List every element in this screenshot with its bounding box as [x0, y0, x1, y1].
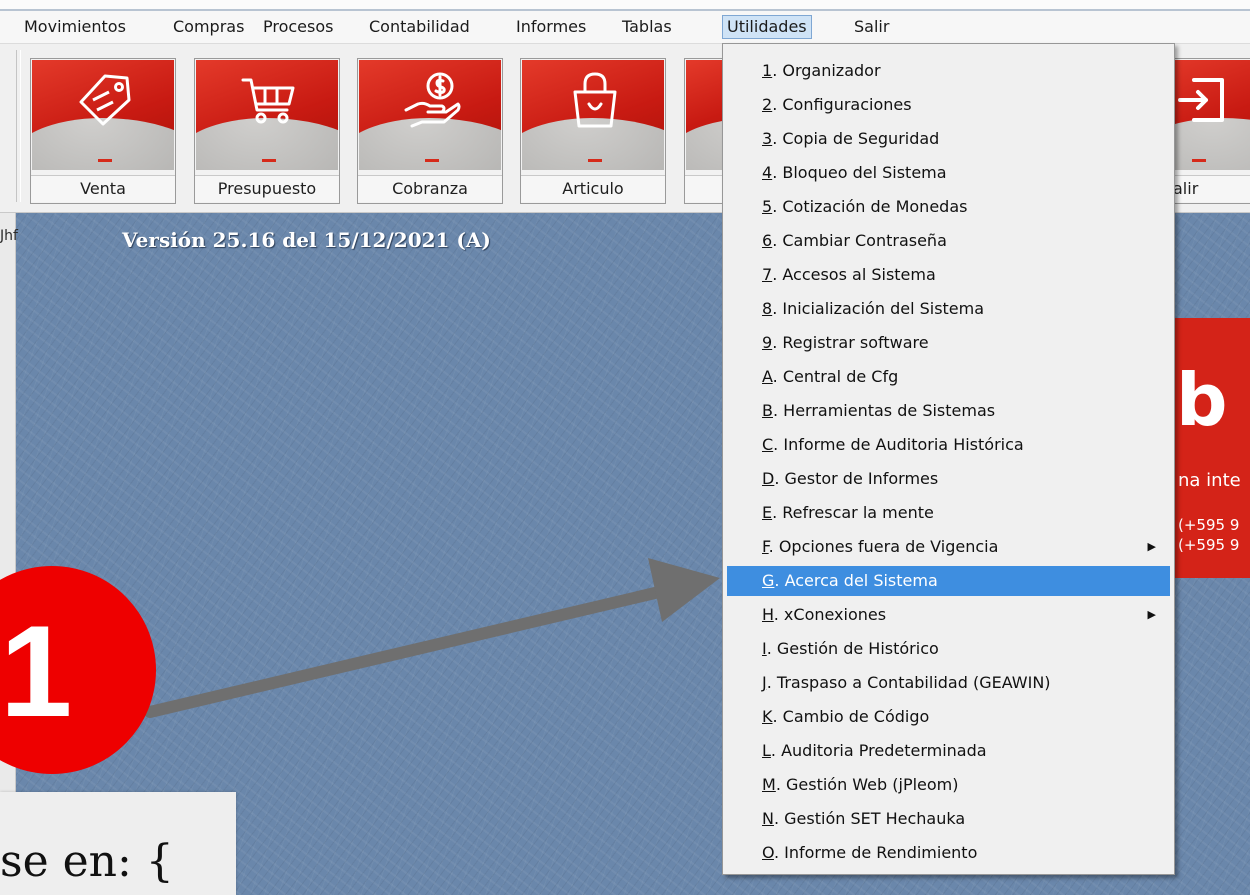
menu-item-accelerator: C [762, 435, 774, 454]
menu-item-label: . xConexiones [773, 605, 887, 624]
menu-item-1[interactable]: 1. Organizador [727, 56, 1170, 86]
menu-item-accelerator: 6 [762, 231, 773, 250]
menu-item-label: . Informe de Auditoria Histórica [773, 435, 1024, 454]
menu-item-f[interactable]: F. Opciones fuera de Vigencia ▶ [727, 532, 1170, 562]
menu-item-accelerator: 9 [762, 333, 773, 352]
menu-item-b[interactable]: B. Herramientas de Sistemas [727, 396, 1170, 426]
menu-item-i[interactable]: I. Gestión de Histórico [727, 634, 1170, 664]
menu-item-5[interactable]: 5. Cotización de Monedas [727, 192, 1170, 222]
menu-item-label: . Configuraciones [772, 95, 912, 114]
menu-item-accelerator: B [762, 401, 773, 420]
menu-item-accelerator: A [762, 367, 773, 386]
menu-item-label: . Herramientas de Sistemas [772, 401, 996, 420]
menu-item-accelerator: 2 [762, 95, 773, 114]
menu-item-label: . Inicialización del Sistema [772, 299, 985, 318]
menu-item-m[interactable]: M. Gestión Web (jPleom) [727, 770, 1170, 800]
menu-item-4[interactable]: 4. Bloqueo del Sistema [727, 158, 1170, 188]
menu-item-label: . Gestión SET Hechauka [773, 809, 966, 828]
menu-item-accelerator: 1 [762, 61, 773, 80]
menu-item-label: . Cambio de Código [772, 707, 930, 726]
menu-item-accelerator: O [762, 843, 774, 862]
menu-item-3[interactable]: 3. Copia de Seguridad [727, 124, 1170, 154]
menu-item-accelerator: D [762, 469, 775, 488]
arrow-head [648, 558, 720, 622]
submenu-arrow-icon: ▶ [1147, 540, 1156, 553]
menu-item-n[interactable]: N. Gestión SET Hechauka [727, 804, 1170, 834]
menu-item-accelerator: F [762, 537, 769, 556]
menu-item-label: . Gestión de Histórico [766, 639, 939, 658]
menu-item-label: . Cambiar Contraseña [772, 231, 947, 250]
menu-item-7[interactable]: 7. Accesos al Sistema [727, 260, 1170, 290]
menu-item-label: . Gestor de Informes [774, 469, 939, 488]
step-number: 1 [0, 598, 73, 744]
utilidades-dropdown-menu: 1. Organizador 2. Configuraciones 3. Copia… [722, 43, 1175, 875]
menu-item-e[interactable]: E. Refrescar la mente [727, 498, 1170, 528]
menu-item-label: . Opciones fuera de Vigencia [768, 537, 999, 556]
menu-item-accelerator: M [762, 775, 776, 794]
menu-item-accelerator: 7 [762, 265, 773, 284]
menu-item-accelerator: H [762, 605, 774, 624]
menu-item-c[interactable]: C. Informe de Auditoria Histórica [727, 430, 1170, 460]
menu-item-label: . Refrescar la mente [772, 503, 934, 522]
menu-item-h[interactable]: H. xConexiones ▶ [727, 600, 1170, 630]
menu-item-label: . Acerca del Sistema [774, 571, 938, 590]
menu-item-l[interactable]: L. Auditoria Predeterminada [727, 736, 1170, 766]
menu-item-o[interactable]: O. Informe de Rendimiento [727, 838, 1170, 868]
menu-item-accelerator: 8 [762, 299, 773, 318]
menu-item-j[interactable]: J. Traspaso a Contabilidad (GEAWIN) [727, 668, 1170, 698]
arrow-shaft [144, 583, 678, 718]
menu-item-g[interactable]: G. Acerca del Sistema [727, 566, 1170, 596]
menu-item-accelerator: 5 [762, 197, 773, 216]
menu-item-label: . Central de Cfg [772, 367, 899, 386]
menu-item-label: . Organizador [772, 61, 881, 80]
menu-item-accelerator: 4 [762, 163, 773, 182]
menu-item-d[interactable]: D. Gestor de Informes [727, 464, 1170, 494]
menu-item-label: . Bloqueo del Sistema [772, 163, 947, 182]
menu-item-accelerator: K [762, 707, 773, 726]
menu-item-label: . Registrar software [772, 333, 929, 352]
submenu-arrow-icon: ▶ [1147, 608, 1156, 621]
menu-item-8[interactable]: 8. Inicialización del Sistema [727, 294, 1170, 324]
menu-item-label: . Auditoria Predeterminada [770, 741, 987, 760]
menu-item-accelerator: 3 [762, 129, 773, 148]
menu-item-accelerator: G [762, 571, 775, 590]
menu-item-9[interactable]: 9. Registrar software [727, 328, 1170, 358]
menu-item-accelerator: N [762, 809, 774, 828]
menu-item-label: . Informe de Rendimiento [773, 843, 978, 862]
menu-item-label: . Traspaso a Contabilidad (GEAWIN) [766, 673, 1051, 692]
menu-item-label: . Accesos al Sistema [772, 265, 936, 284]
menu-item-accelerator: E [762, 503, 773, 522]
menu-item-k[interactable]: K. Cambio de Código [727, 702, 1170, 732]
menu-item-accelerator: L [762, 741, 771, 760]
menu-item-label: . Copia de Seguridad [772, 129, 940, 148]
menu-item-label: . Cotización de Monedas [772, 197, 968, 216]
menu-item-2[interactable]: 2. Configuraciones [727, 90, 1170, 120]
menu-item-6[interactable]: 6. Cambiar Contraseña [727, 226, 1170, 256]
menu-item-label: . Gestión Web (jPleom) [775, 775, 959, 794]
menu-item-a[interactable]: A. Central de Cfg [727, 362, 1170, 392]
